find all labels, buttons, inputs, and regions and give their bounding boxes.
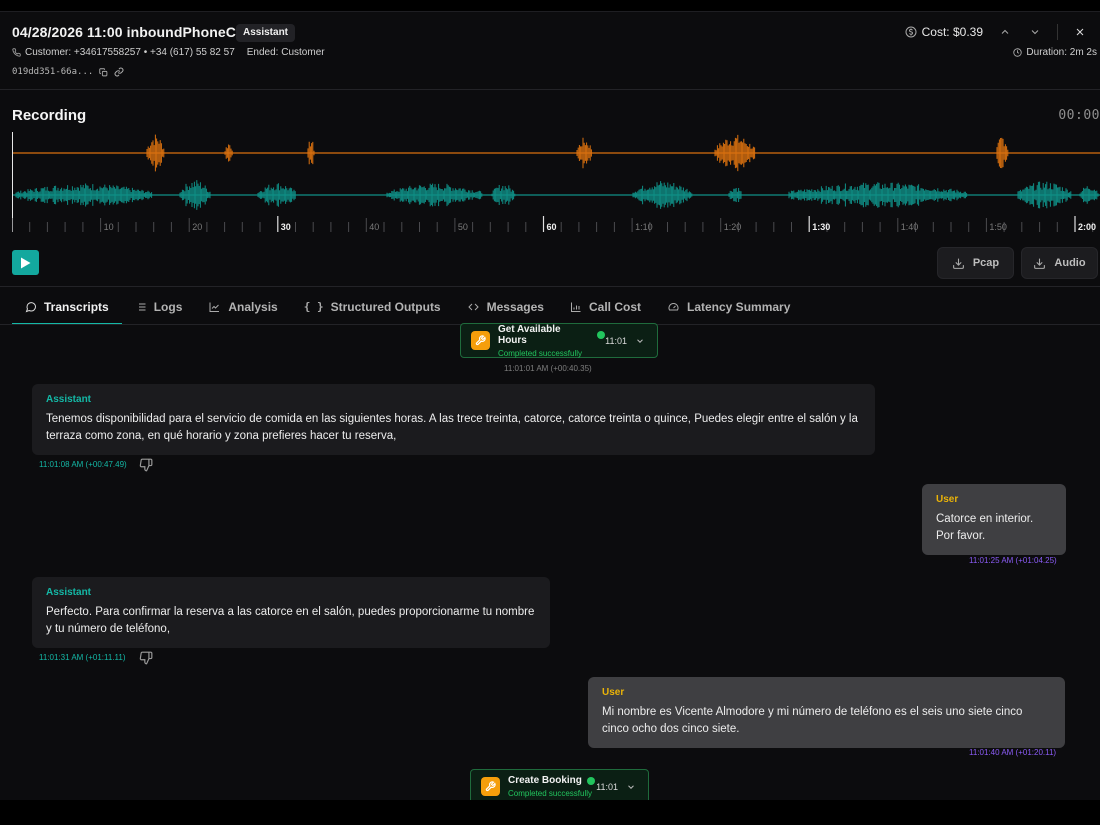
top-strip [0,0,1100,12]
list-icon [135,301,147,313]
timeline-tick-label: 40 [369,222,379,232]
call-id: 019dd351-66a... [12,67,94,77]
call-title: 04/28/2026 11:00 inboundPhoneCall [12,24,252,40]
check-circle-icon [586,776,595,785]
clock-icon [1013,48,1023,57]
play-button[interactable] [12,250,39,275]
tool-call-card[interactable]: Get Available Hours Completed successful… [460,323,658,358]
tool-time: 11:01 [596,781,618,792]
header-actions: Cost: $0.39 [905,24,1088,40]
tab-messages[interactable]: Messages [454,289,557,324]
chevron-down-icon[interactable] [1027,24,1043,40]
tab-transcripts[interactable]: Transcripts [12,289,122,325]
tab-structured-outputs[interactable]: { } Structured Outputs [291,289,454,324]
call-id-line: 019dd351-66a... [12,67,124,77]
timeline-tick-label: 2:00 [1078,222,1096,232]
thumbs-down-icon[interactable] [139,651,153,665]
tool-call-card[interactable]: Create Booking Completed successfully 11… [470,769,649,800]
code-icon [467,301,480,313]
play-icon [21,257,31,268]
cost-value: Cost: $0.39 [921,25,983,39]
tool-name: Get Available Hours [497,323,561,346]
message-role: Assistant [46,394,92,405]
user-message: User Catorce en interior. Por favor. [922,484,1066,555]
tool-call-timestamp: 11:01:01 AM (+00:40.35) [504,364,592,373]
user-message: User Mi nombre es Vicente Almodore y mi … [588,677,1065,748]
download-icon [952,257,965,270]
cost-display: Cost: $0.39 [905,25,983,39]
braces-icon: { } [303,300,324,313]
timeline-tick-label: 1:20 [724,222,742,232]
message-text: Por favor. [936,530,986,542]
waveform[interactable]: 10 20 30 40 50 60 1:10 1:20 1:30 1:40 1:50 2:00 [12,128,1100,234]
dollar-circle-icon [905,26,917,38]
message-timestamp: 11:01:25 AM (+01:04.25) [969,556,1057,565]
duration-display: Duration: 2m 2s [1013,47,1097,58]
role-badge: Assistant [236,24,296,42]
customer-line: Customer: +34617558257 • +34 (617) 55 82… [12,47,325,58]
chat-icon [25,301,37,313]
tab-latency-summary[interactable]: Latency Summary [654,289,803,324]
recording-title: Recording [12,107,87,124]
download-pcap-button[interactable]: Pcap [937,247,1014,279]
timeline-tick-label: 1:50 [989,222,1007,232]
tool-name: Create Booking [508,775,582,786]
bar-chart-icon [570,301,582,313]
chevron-down-icon[interactable] [626,782,636,792]
recording-time: 00:00 [1058,108,1100,123]
message-text: Catorce en interior. [936,513,1034,525]
ended-reason: Ended: Customer [246,47,325,58]
gauge-icon [667,301,680,313]
chart-icon [208,301,221,313]
message-text: Tenemos disponibilidad para el servicio … [46,413,858,442]
timeline-tick-label: 30 [281,222,291,232]
thumbs-down-icon[interactable] [139,458,153,472]
download-icon [1033,257,1046,270]
download-audio-button[interactable]: Audio [1021,247,1098,279]
tool-time: 11:01 [605,335,627,346]
phone-icon [12,48,21,57]
check-circle-icon [597,330,606,339]
wrench-icon [481,777,500,796]
tab-analysis[interactable]: Analysis [195,289,290,324]
chevron-down-icon[interactable] [635,336,645,346]
message-text: Mi nombre es Vicente Almodore y mi númer… [602,706,1023,735]
tool-status: Completed successfully [497,348,583,358]
timeline-tick-label: 10 [104,222,114,232]
tab-call-cost[interactable]: Call Cost [557,289,654,324]
message-timestamp: 11:01:40 AM (+01:20.11) [969,748,1057,757]
timeline-tick-label: 1:40 [901,222,919,232]
call-detail-panel: 04/28/2026 11:00 inboundPhoneCall Assist… [0,0,1100,800]
tab-bar: Transcripts Logs Analysis { } Structured… [12,289,803,325]
pcap-label: Pcap [972,257,1000,269]
duration-value: Duration: 2m 2s [1026,47,1097,58]
timeline-tick-label: 50 [458,222,468,232]
wrench-icon [471,331,490,350]
assistant-message: Assistant Tenemos disponibilidad para el… [32,384,875,455]
timeline-tick-label: 20 [192,222,202,232]
customer-number: Customer: +34617558257 • +34 (617) 55 82… [25,47,235,58]
message-timestamp: 11:01:08 AM (+00:47.49) [39,460,127,469]
timeline-tick-label: 60 [547,222,557,232]
link-icon[interactable] [114,67,124,77]
message-timestamp: 11:01:31 AM (+01:11.11) [39,653,126,662]
message-role: User [936,494,959,505]
message-role: User [602,687,625,698]
tool-status: Completed successfully [508,789,593,798]
chevron-up-icon[interactable] [997,24,1013,40]
assistant-message: Assistant Perfecto. Para confirmar la re… [32,577,550,648]
timeline-tick-label: 1:10 [635,222,653,232]
copy-icon[interactable] [99,67,108,77]
close-icon[interactable] [1072,24,1088,40]
message-role: Assistant [46,587,92,598]
audio-label: Audio [1054,257,1086,269]
tab-logs[interactable]: Logs [122,289,196,324]
timeline-tick-label: 1:30 [812,222,830,232]
message-text: Perfecto. Para confirmar la reserva a la… [46,606,535,635]
